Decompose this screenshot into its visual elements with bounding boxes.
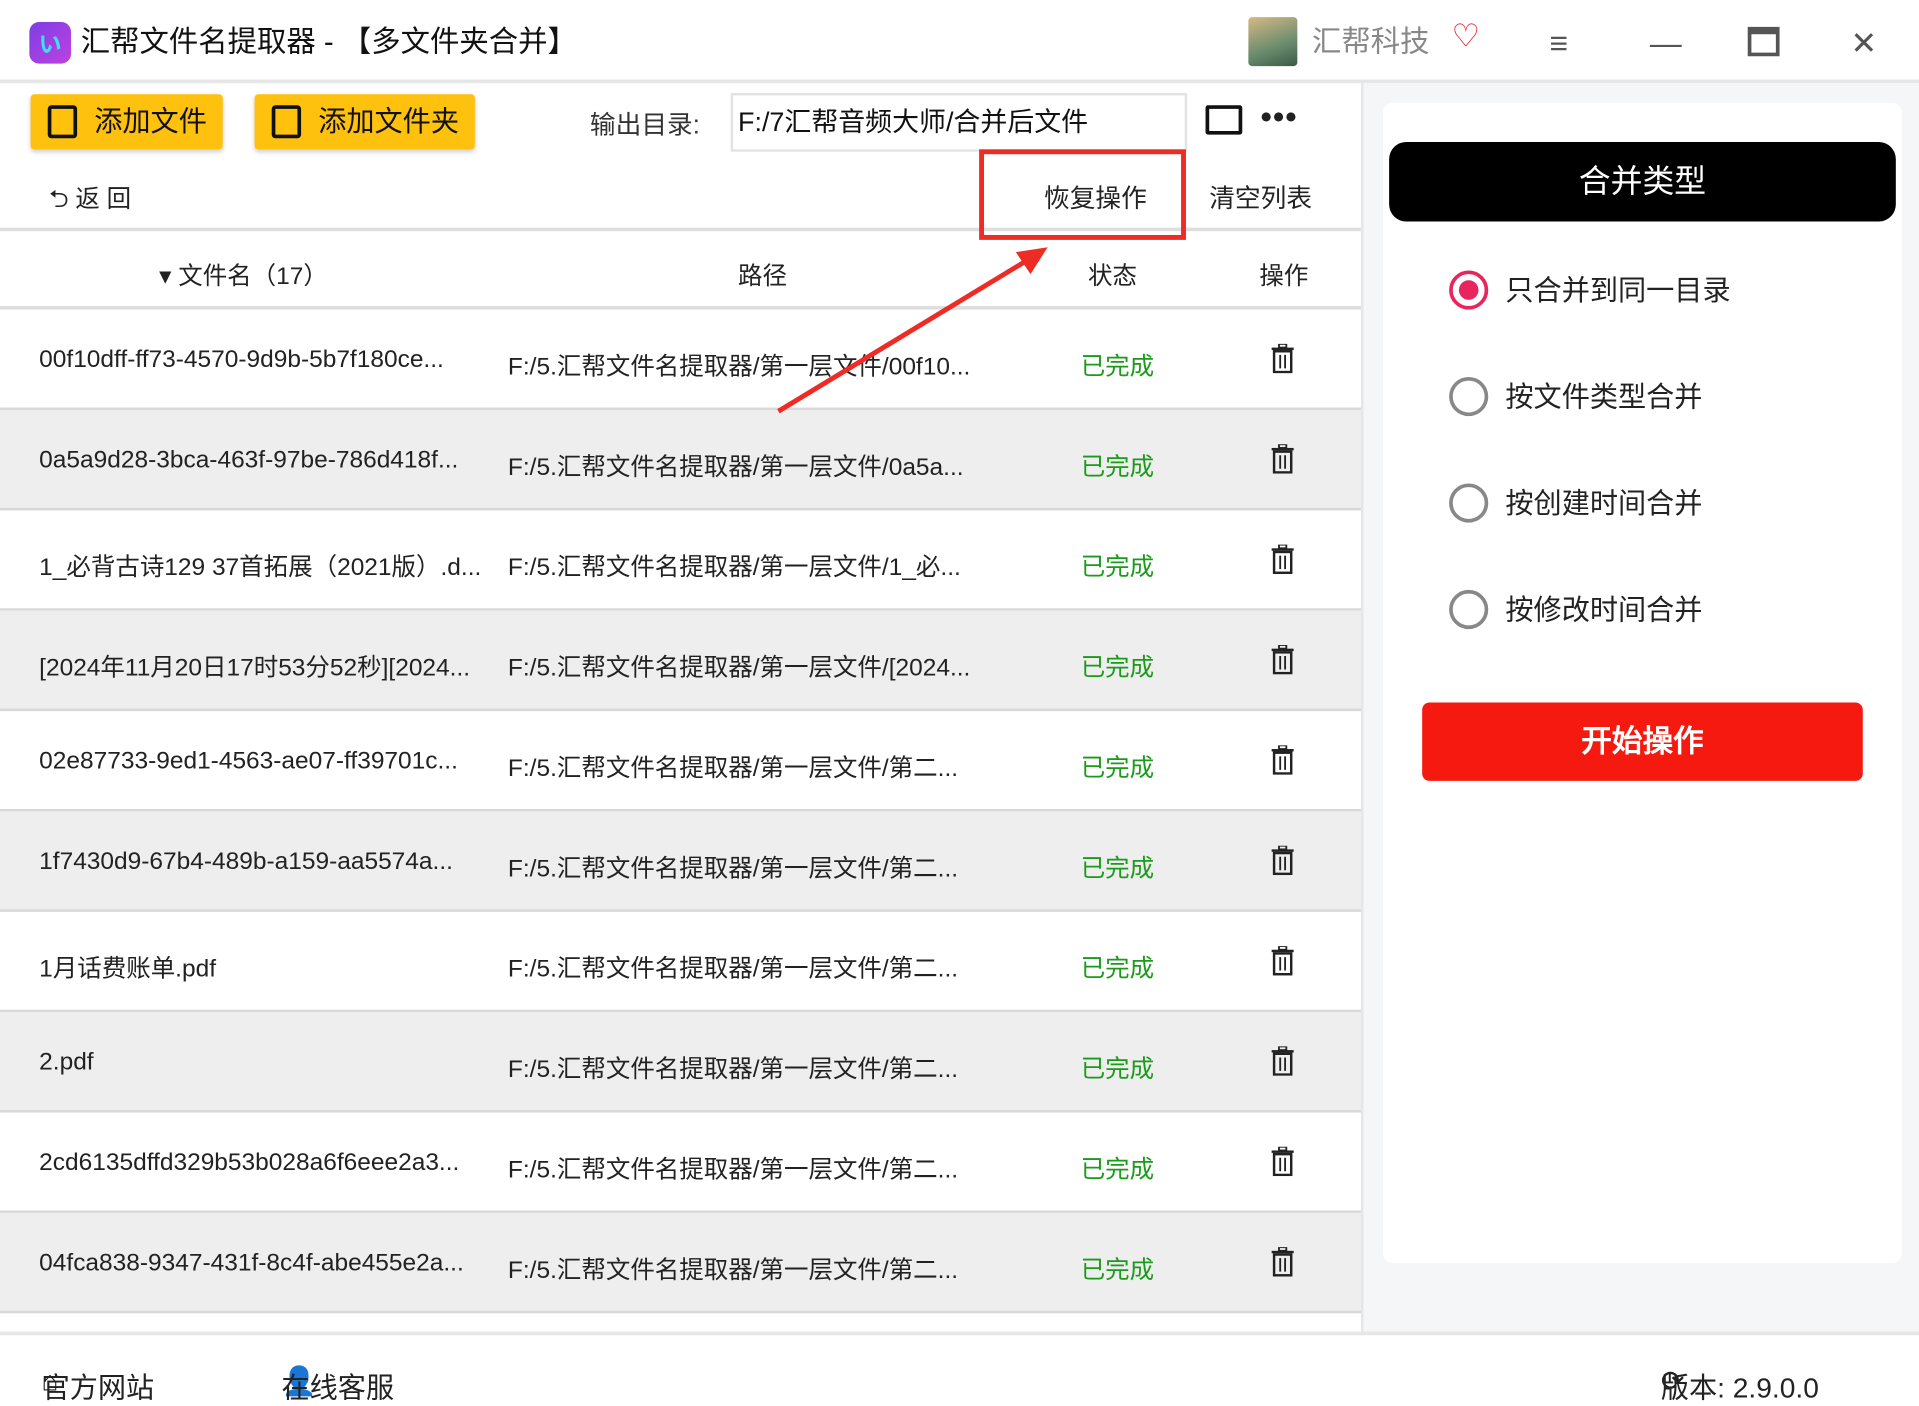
start-button[interactable]: 开始操作 bbox=[1422, 702, 1863, 781]
merge-card: 合并类型 只合并到同一目录 按文件类型合并 按创建时间合并 按修改时间合并 开始操作 bbox=[1383, 102, 1902, 1264]
radio-icon bbox=[1449, 483, 1489, 523]
footer: ⌂ 官方网站 👤 在线客服 ⟳ 版本: 2.9.0.0 bbox=[0, 1331, 1919, 1404]
radio-icon bbox=[1449, 376, 1489, 417]
merge-panel: 合并类型 只合并到同一目录 按文件类型合并 按创建时间合并 按修改时间合并 开始操作 bbox=[1360, 83, 1919, 1332]
merge-type-title: 合并类型 bbox=[1389, 141, 1896, 222]
radio-icon bbox=[1449, 270, 1489, 310]
radio-icon bbox=[1449, 589, 1489, 630]
